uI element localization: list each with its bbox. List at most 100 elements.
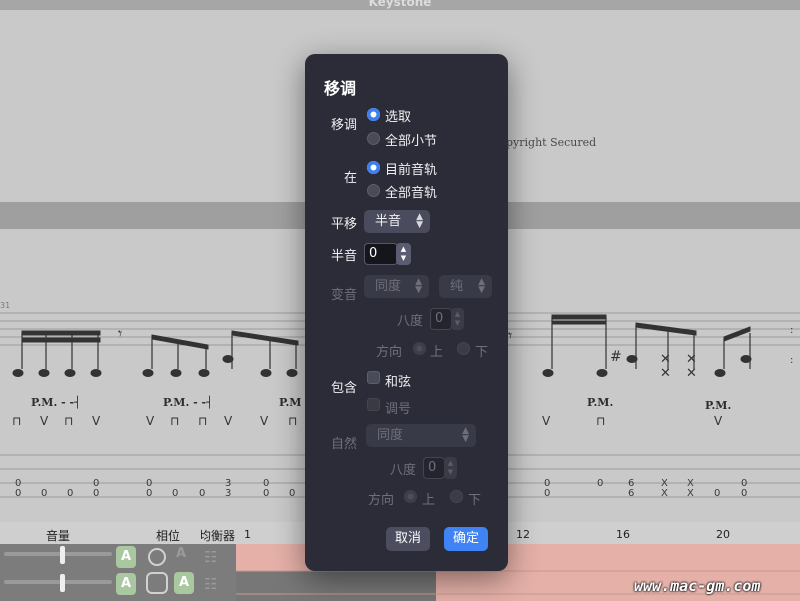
volume-slider-handle[interactable] — [60, 574, 65, 592]
palm-mute-label: P.M. - -┤ — [163, 396, 213, 409]
tab-number: 0 — [714, 488, 721, 499]
svg-text:⊓: ⊓ — [198, 414, 207, 428]
svg-text:✕: ✕ — [660, 366, 671, 381]
svg-text:✕: ✕ — [660, 352, 671, 367]
chevron-updown-icon: ▲ ▼ — [416, 212, 423, 230]
direction-label: 方向 — [376, 345, 403, 360]
octave2-input[interactable]: 0 — [423, 457, 445, 479]
automation-label: A — [176, 546, 187, 561]
svg-text:⊓: ⊓ — [596, 414, 605, 428]
automation-button[interactable]: A — [116, 546, 136, 568]
chords-checkbox-label[interactable]: 和弦 — [385, 371, 411, 390]
mixer-header: 音量 相位 均衡器 — [0, 522, 236, 544]
radio-all-bars-label[interactable]: 全部小节 — [385, 130, 437, 149]
radio-all-bars[interactable] — [367, 132, 380, 145]
svg-text:V: V — [224, 414, 233, 428]
natural-select[interactable]: 同度 ▲ ▼ — [366, 424, 476, 447]
octave-input[interactable]: 0 — [430, 308, 452, 330]
pan-knob[interactable] — [148, 548, 166, 566]
svg-text:⊓: ⊓ — [170, 414, 179, 428]
tab-number: 0 — [544, 488, 551, 499]
palm-mute-label: P.M. - -┤ — [31, 396, 81, 409]
radio-up[interactable] — [413, 342, 426, 355]
volume-slider-track[interactable] — [4, 552, 112, 556]
automation-button[interactable]: A — [174, 572, 194, 594]
ok-button[interactable]: 确定 — [444, 527, 488, 551]
radio-all-tracks[interactable] — [367, 184, 380, 197]
svg-text:✕: ✕ — [686, 366, 697, 381]
chords-checkbox[interactable] — [367, 371, 380, 384]
svg-text:𝄾: 𝄾 — [508, 326, 512, 345]
natural-select-value: 同度 — [377, 428, 404, 443]
shift-select-value: 半音 — [375, 214, 402, 229]
chevron-updown-icon: ▲ ▼ — [415, 277, 422, 295]
quality-select-value: 纯 — [450, 279, 464, 294]
bar-tick: 12 — [516, 528, 530, 541]
volume-slider-track[interactable] — [4, 580, 112, 584]
octave-label: 八度 — [397, 314, 424, 329]
volume-slider-handle[interactable] — [60, 546, 65, 564]
interval-select[interactable]: 同度 ▲ ▼ — [364, 275, 429, 298]
svg-text:V: V — [40, 414, 49, 428]
in-label: 在 — [343, 171, 357, 186]
radio-all-tracks-label[interactable]: 全部音轨 — [385, 182, 437, 201]
radio-current-track[interactable] — [367, 161, 380, 174]
semitone-stepper[interactable]: ▲ ▼ — [396, 243, 411, 265]
radio-selection[interactable] — [367, 108, 380, 121]
octave-stepper[interactable]: ▲ ▼ — [451, 308, 464, 330]
tab-number: 0 — [41, 488, 48, 499]
radio-up-2-label[interactable]: 上 — [422, 489, 435, 508]
tab-number: 0 — [146, 488, 153, 499]
equalizer-icon[interactable]: ☷ — [204, 548, 217, 566]
semitone-input[interactable]: 0 — [364, 243, 398, 265]
radio-up-2[interactable] — [404, 490, 417, 503]
radio-selection-label[interactable]: 选取 — [385, 106, 411, 125]
tab-number: 0 — [263, 488, 270, 499]
radio-up-label[interactable]: 上 — [430, 341, 443, 360]
palm-mute-label: P.M. — [705, 399, 732, 412]
svg-text:V: V — [714, 414, 723, 428]
key-signature-label[interactable]: 调号 — [385, 398, 411, 417]
octave2-label: 八度 — [390, 463, 417, 478]
shift-label: 平移 — [330, 217, 357, 232]
equalizer-icon[interactable]: ☷ — [204, 575, 217, 593]
tab-number: X — [661, 488, 668, 499]
octave2-stepper[interactable]: ▲ ▼ — [444, 457, 457, 479]
tab-number: 0 — [67, 488, 74, 499]
direction2-label: 方向 — [368, 493, 395, 508]
quality-select[interactable]: 纯 ▲ ▼ — [439, 275, 492, 298]
shift-select[interactable]: 半音 ▲ ▼ — [364, 210, 430, 233]
equalizer-header: 均衡器 — [201, 529, 235, 543]
radio-down-2-label[interactable]: 下 — [468, 489, 481, 508]
pan-header: 相位 — [156, 529, 181, 543]
include-label: 包含 — [330, 381, 357, 396]
svg-text:⊓: ⊓ — [12, 414, 21, 428]
svg-text::: : — [790, 355, 793, 366]
palm-mute-label: P.M. — [587, 396, 614, 409]
svg-text::: : — [790, 325, 793, 336]
radio-current-track-label[interactable]: 目前音轨 — [385, 159, 437, 178]
tab-number: 0 — [93, 488, 100, 499]
document-title: Keystone — [0, 0, 800, 10]
pan-knob[interactable] — [146, 572, 168, 594]
bar-tick: 20 — [716, 528, 730, 541]
radio-down[interactable] — [457, 342, 470, 355]
tab-number: 0 — [15, 488, 22, 499]
palm-mute-label: P.M — [279, 396, 302, 409]
cancel-button[interactable]: 取消 — [386, 527, 430, 551]
radio-down-label[interactable]: 下 — [475, 341, 488, 360]
tab-number: X — [687, 488, 694, 499]
radio-down-2[interactable] — [450, 490, 463, 503]
volume-header: 音量 — [46, 529, 71, 543]
bar-tick: 16 — [616, 528, 630, 541]
tab-number: 6 — [628, 488, 635, 499]
tab-number: 0 — [199, 488, 206, 499]
bar-tick: 1 — [244, 528, 251, 541]
svg-text:V: V — [92, 414, 101, 428]
dialog-title: 移调 — [324, 79, 357, 98]
transpose-dialog: 移调 移调 选取 全部小节 在 目前音轨 全部音轨 平移 半音 ▲ ▼ 半音 0 ▲… — [305, 54, 508, 571]
interval-select-value: 同度 — [375, 279, 402, 294]
key-signature-checkbox[interactable] — [367, 398, 380, 411]
automation-button[interactable]: A — [116, 573, 136, 595]
bar-number: 31 — [0, 301, 11, 310]
